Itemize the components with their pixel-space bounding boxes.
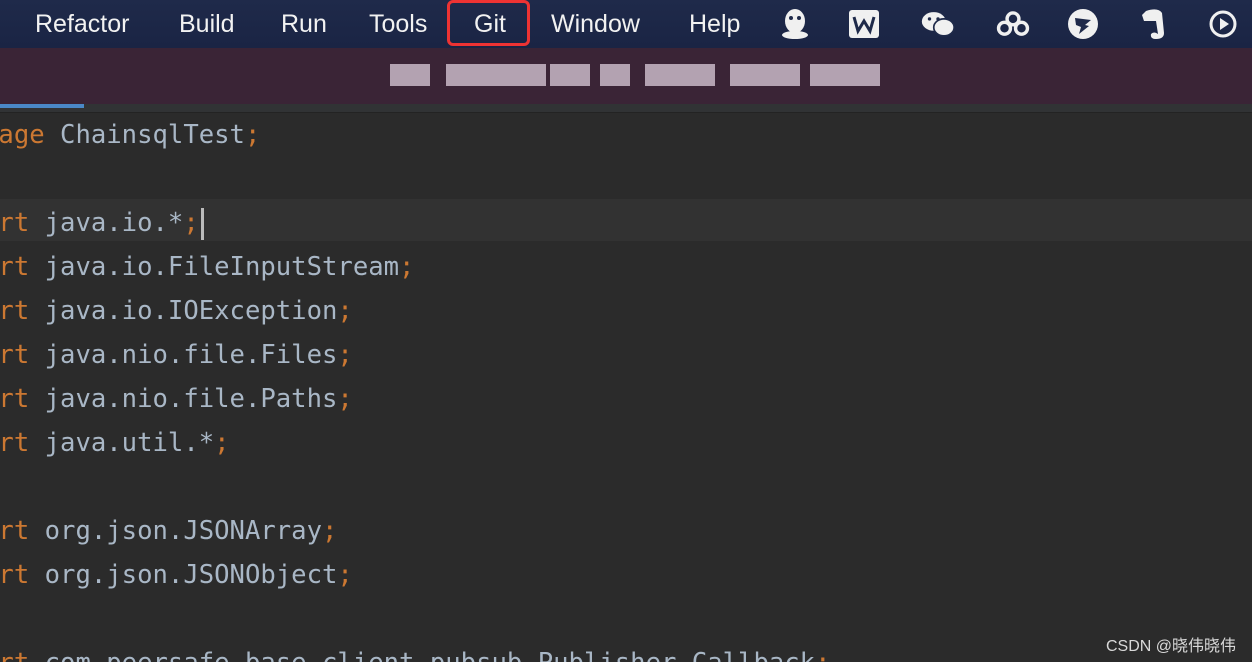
code-line: ort java.nio.file.Files; [0,333,353,377]
code-text: com.peersafe.base.client.pubsub.Publishe… [29,648,815,662]
code-keyword: ort [0,208,30,238]
code-semicolon: ; [244,120,261,150]
code-line: ort java.io.IOException; [0,289,353,333]
active-tab-indicator[interactable] [0,104,84,108]
code-keyword: ort [0,340,30,370]
code-text: java.nio.file.Files [29,340,338,370]
menu-git[interactable]: Git [474,8,506,40]
blurred-window-title [390,64,880,86]
code-text: ChainsqlTest [44,120,245,150]
evernote-icon[interactable] [1136,7,1170,41]
code-keyword: ort [0,252,30,282]
code-text: org.json.JSONObject [29,560,338,590]
menu-window[interactable]: Window [551,8,640,40]
code-line: ort com.peersafe.base.client.pubsub.Publ… [0,641,831,662]
code-keyword: ort [0,560,30,590]
dingtalk-icon[interactable] [1066,7,1100,41]
code-keyword: ort [0,296,30,326]
editor-tab-strip [0,104,1252,113]
qq-penguin-icon[interactable] [778,7,812,41]
code-text: org.json.JSONArray [29,516,323,546]
code-semicolon: ; [337,560,353,590]
code-keyword: ort [0,516,30,546]
code-text: java.util.* [29,428,215,458]
play-circle-icon[interactable] [1206,7,1240,41]
code-keyword: ort [0,648,29,662]
code-keyword: ort [0,384,30,414]
code-semicolon: ; [399,252,415,282]
code-line: ort org.json.JSONArray; [0,509,337,553]
text-caret [200,208,204,240]
code-line: kage ChainsqlTest; [0,113,260,157]
code-line: ort org.json.JSONObject; [0,553,353,597]
code-keyword: kage [0,120,45,150]
code-semicolon: ; [183,208,199,238]
menu-help[interactable]: Help [689,8,740,40]
menu-tools[interactable]: Tools [369,8,427,40]
code-line: ort java.util.*; [0,421,230,465]
wps-office-icon[interactable] [847,7,881,41]
code-semicolon: ; [337,340,353,370]
code-line: ort java.nio.file.Paths; [0,377,353,421]
menu-build[interactable]: Build [179,8,235,40]
code-semicolon: ; [337,296,353,326]
code-semicolon: ; [815,648,830,662]
code-line: ort java.io.*; [0,201,204,245]
menu-refactor[interactable]: Refactor [35,8,129,40]
code-line: ort java.io.FileInputStream; [0,245,414,289]
menu-run[interactable]: Run [281,8,327,40]
baidu-netdisk-icon[interactable] [996,7,1030,41]
code-text: java.io.FileInputStream [29,252,400,282]
code-semicolon: ; [214,428,230,458]
code-text: java.nio.file.Paths [29,384,338,414]
wechat-icon[interactable] [921,7,955,41]
code-editor[interactable]: kage ChainsqlTest; ort java.io.*; ort ja… [0,113,1252,662]
code-semicolon: ; [322,516,338,546]
menu-bar: Refactor Build Run Tools Git Window Help [0,0,1252,48]
code-semicolon: ; [337,384,353,414]
csdn-watermark: CSDN @晓伟晓伟 [1105,638,1236,655]
code-keyword: ort [0,428,30,458]
code-text: java.io.* [29,208,184,238]
code-text: java.io.IOException [29,296,338,326]
